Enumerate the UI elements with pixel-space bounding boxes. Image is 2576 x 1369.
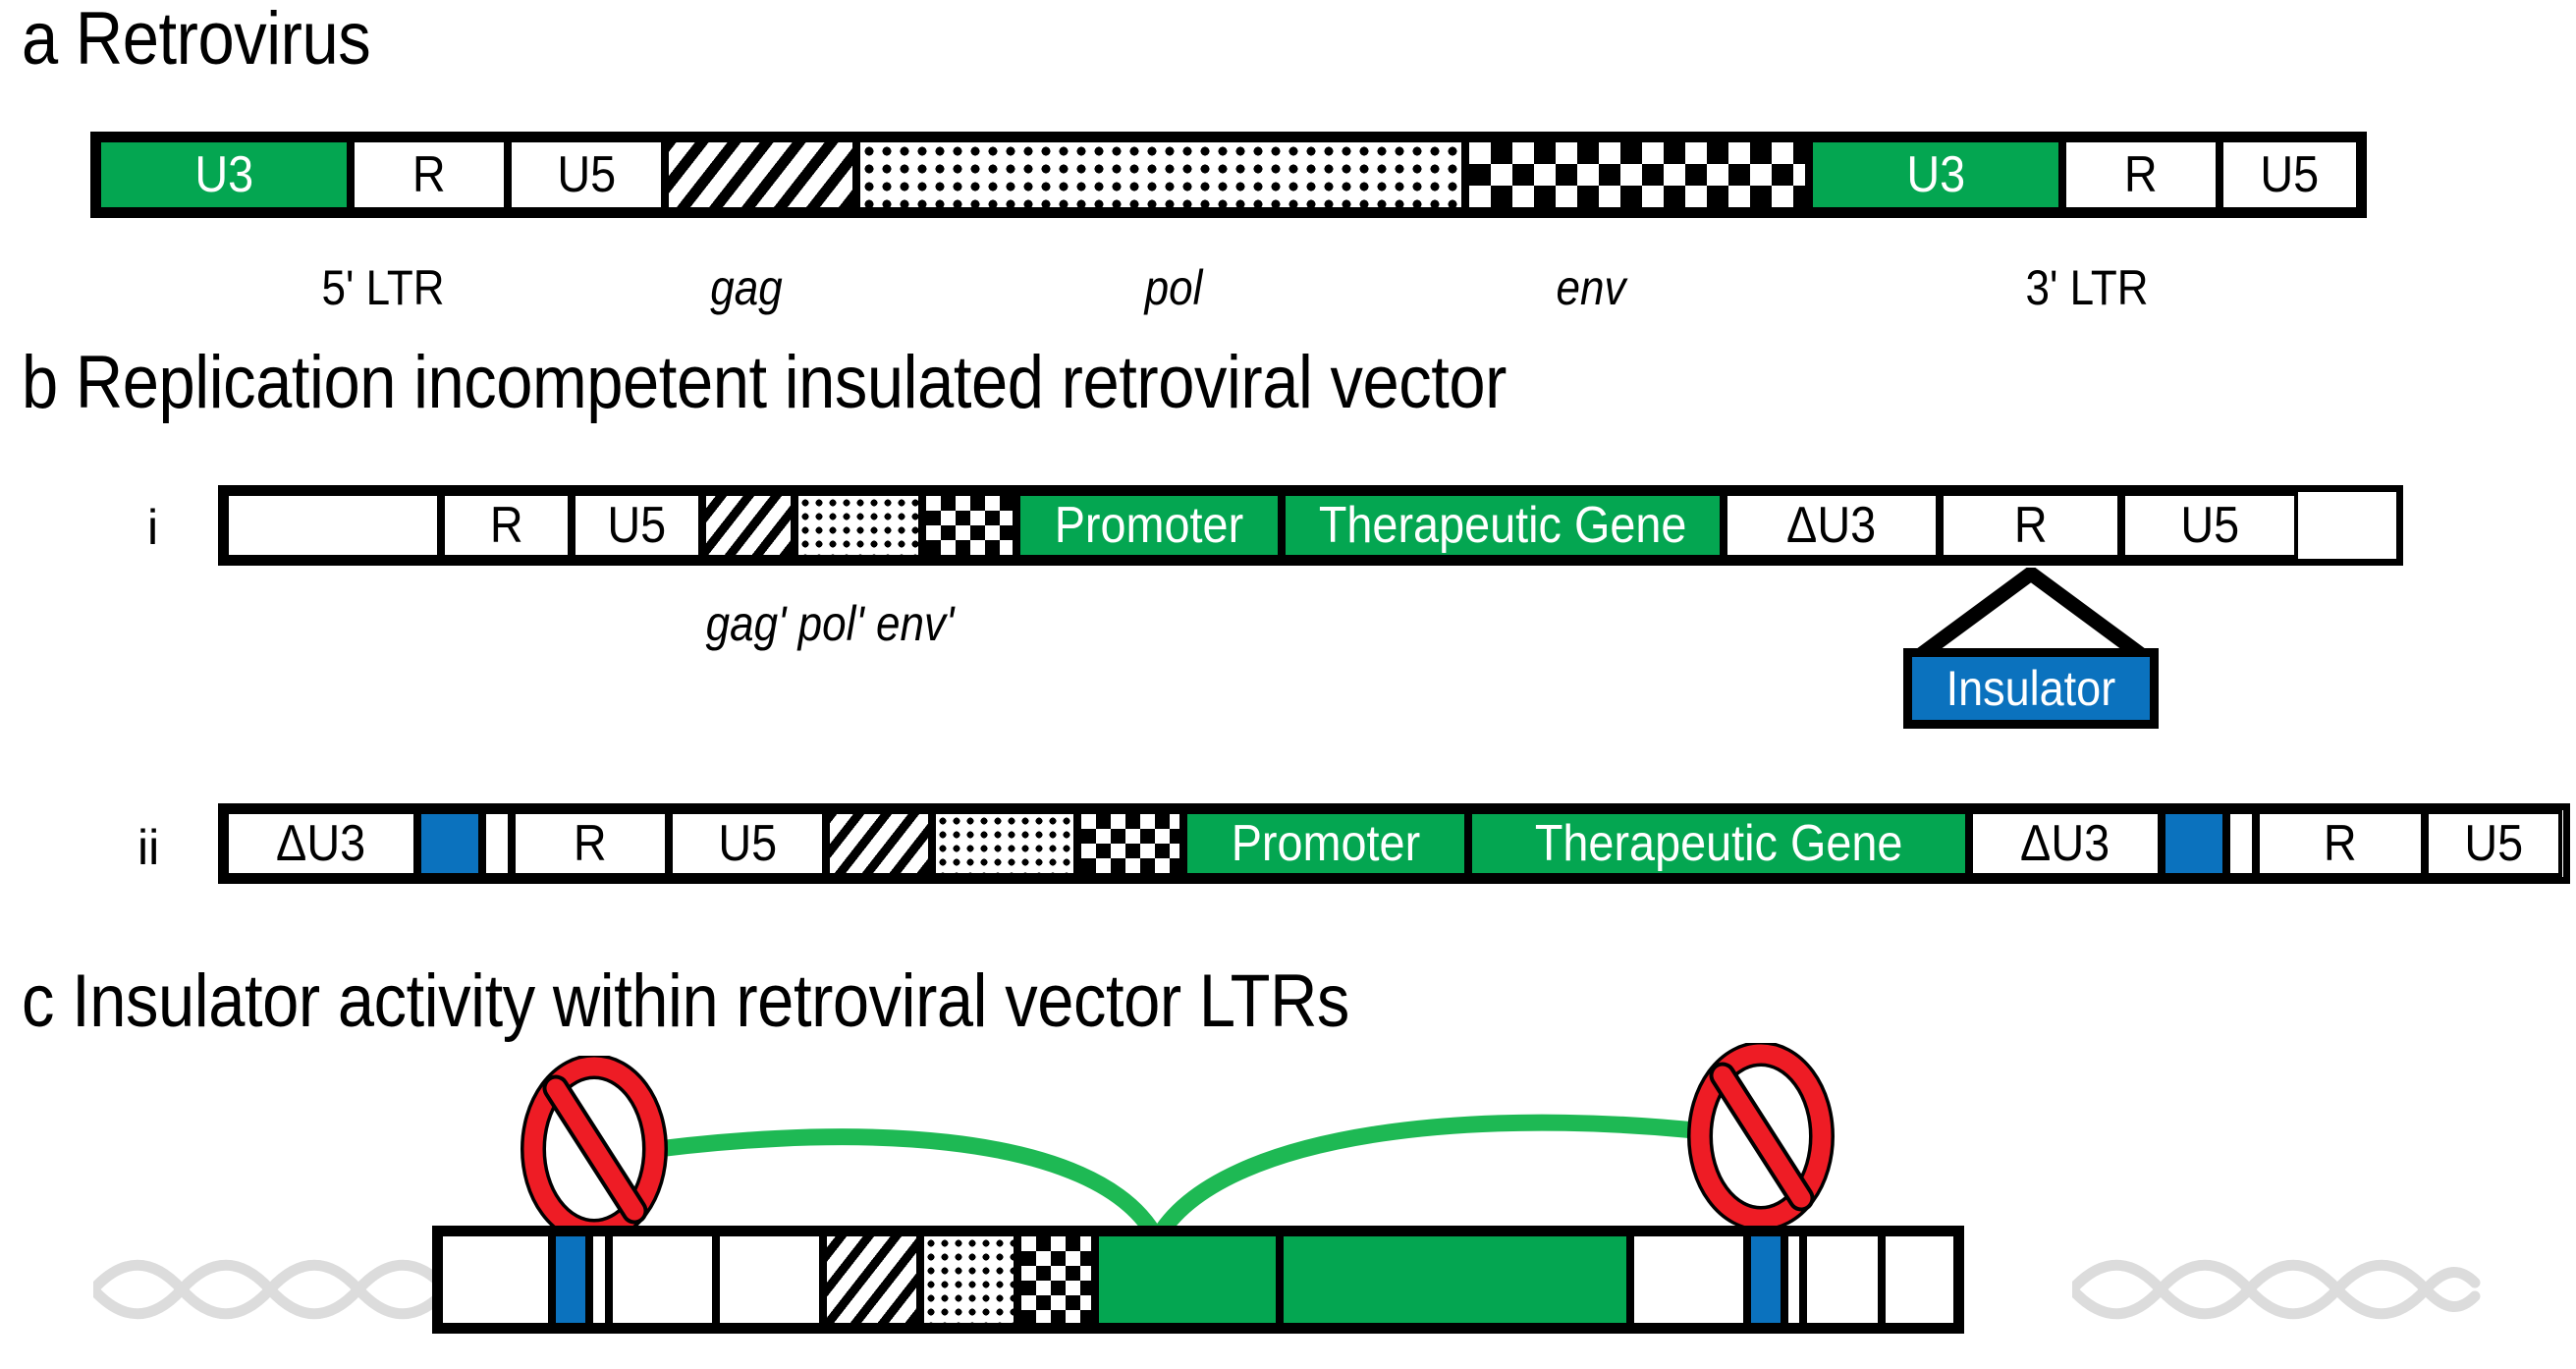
segment-gag-prime [826,810,932,877]
segment-label: Therapeutic Gene [1318,497,1687,554]
insulator-callout-box: Insulator [1903,648,2159,729]
retrovirus-genome-bar: U3 R U5 U3 R U5 [90,132,2367,218]
segment-therapeutic-gene [1280,1232,1630,1327]
panel-a-heading-text: Retrovirus [75,0,371,81]
segment-delta-u3-3ltr: ΔU3 [1969,810,2162,877]
segment-u5-3ltr [1881,1232,1958,1327]
segment-insulator-5ltr [417,810,482,877]
segment-label: Promoter [1054,497,1244,554]
segment-label: U5 [718,815,777,872]
segment-u5-5ltr [715,1232,823,1327]
segment-label: R [2013,497,2048,554]
vector-bar-row-ii: ΔU3 R U5 Promoter Therapeutic Gene ΔU3 R… [218,803,2570,884]
segment-r-3ltr [1803,1232,1882,1327]
segment-gag [665,138,856,211]
segment-therapeutic-gene: Therapeutic Gene [1282,492,1724,559]
panel-b-title: b Replication incompetent insulated retr… [22,346,1507,420]
segment-label: ΔU3 [276,815,366,872]
segment-r-3ltr: R [1940,492,2121,559]
annotation-pol: pol [1144,260,1203,315]
segment-label: U5 [607,497,667,554]
blocked-enhancer-sign-right-icon [1687,1043,1835,1230]
segment-label: U3 [194,146,253,203]
annotation-5ltr: 5' LTR [321,260,445,315]
segment-u5-5ltr: U5 [508,138,665,211]
segment-delta-u3-5ltr [439,1232,552,1327]
segment-env-prime [1016,1232,1096,1327]
panel-c-title: c Insulator activity within retroviral v… [22,964,1349,1039]
segment-label: Therapeutic Gene [1534,815,1903,872]
panel-b-letter: b [22,341,58,424]
segment-spacer-5ltr [588,1232,609,1327]
segment-deleted-u3-5ltr [225,492,441,559]
row-marker-i: i [147,500,159,555]
segment-u5-5ltr: U5 [669,810,826,877]
segment-promoter [1095,1232,1281,1327]
segment-u5-3ltr: U5 [2220,138,2360,211]
segment-gag-prime [822,1232,920,1327]
segment-delta-u3-5ltr: ΔU3 [225,810,417,877]
segment-promoter: Promoter [1016,492,1282,559]
annotation-gag-pol-env-prime: gag' pol' env' [705,596,955,651]
dna-helix-right-icon [2072,1259,2481,1320]
insulator-callout-label: Insulator [1946,661,2116,716]
panel-a-letter: a [22,0,58,81]
segment-pol-prime [919,1232,1017,1327]
segment-r-5ltr: R [351,138,508,211]
segment-label: R [2324,815,2357,872]
segment-label: R [412,146,446,203]
segment-delta-u3-3ltr [1629,1232,1747,1327]
segment-label: ΔU3 [2020,815,2110,872]
segment-u5-3ltr: U5 [2425,810,2562,877]
segment-label: R [489,497,523,554]
segment-label: U5 [2180,497,2239,554]
annotation-gag: gag [710,260,783,315]
vector-bar-row-i: R U5 Promoter Therapeutic Gene ΔU3 R U5 [218,485,2403,566]
segment-label: U3 [1906,146,1965,203]
panel-b-heading-text: Replication incompetent insulated retrov… [75,341,1507,424]
blocked-enhancer-sign-left-icon [521,1056,668,1242]
segment-spacer-5ltr [482,810,512,877]
segment-r-5ltr: R [441,492,572,559]
segment-r-3ltr: R [2062,138,2220,211]
segment-pol-prime [795,492,922,559]
segment-spacer-3ltr [1783,1232,1804,1327]
segment-label: ΔU3 [1786,497,1877,554]
segment-insulator-3ltr [1746,1232,1784,1327]
segment-pol [856,138,1465,211]
panel-c-heading-text: Insulator activity within retroviral vec… [72,959,1349,1043]
segment-spacer-3ltr [2226,810,2256,877]
segment-env-prime [922,492,1016,559]
segment-u5-5ltr: U5 [572,492,702,559]
segment-delta-u3-3ltr: ΔU3 [1724,492,1940,559]
segment-therapeutic-gene: Therapeutic Gene [1468,810,1969,877]
segment-u5-3ltr: U5 [2121,492,2298,559]
segment-r-3ltr: R [2256,810,2425,877]
segment-label: U5 [557,146,616,203]
segment-promoter: Promoter [1183,810,1468,877]
segment-label: U5 [2260,146,2320,203]
segment-label: Promoter [1231,815,1421,872]
segment-r-5ltr: R [512,810,669,877]
annotation-env: env [1556,260,1626,315]
segment-env-prime [1077,810,1183,877]
annotation-3ltr: 3' LTR [2025,260,2149,315]
segment-r-5ltr [608,1232,716,1327]
segment-insulator-3ltr [2162,810,2226,877]
integrated-provirus-bar [432,1226,1964,1334]
row-marker-ii: ii [137,820,160,875]
segment-pol-prime [932,810,1077,877]
segment-gag-prime [702,492,795,559]
segment-insulator-5ltr [551,1232,589,1327]
segment-label: U5 [2464,815,2523,872]
panel-a-title: a Retrovirus [22,2,371,77]
segment-env [1465,138,1809,211]
segment-u3-3ltr: U3 [1809,138,2062,211]
segment-label: R [2124,146,2158,203]
segment-label: R [574,815,607,872]
panel-c-letter: c [22,959,54,1043]
segment-u3-5ltr: U3 [97,138,351,211]
